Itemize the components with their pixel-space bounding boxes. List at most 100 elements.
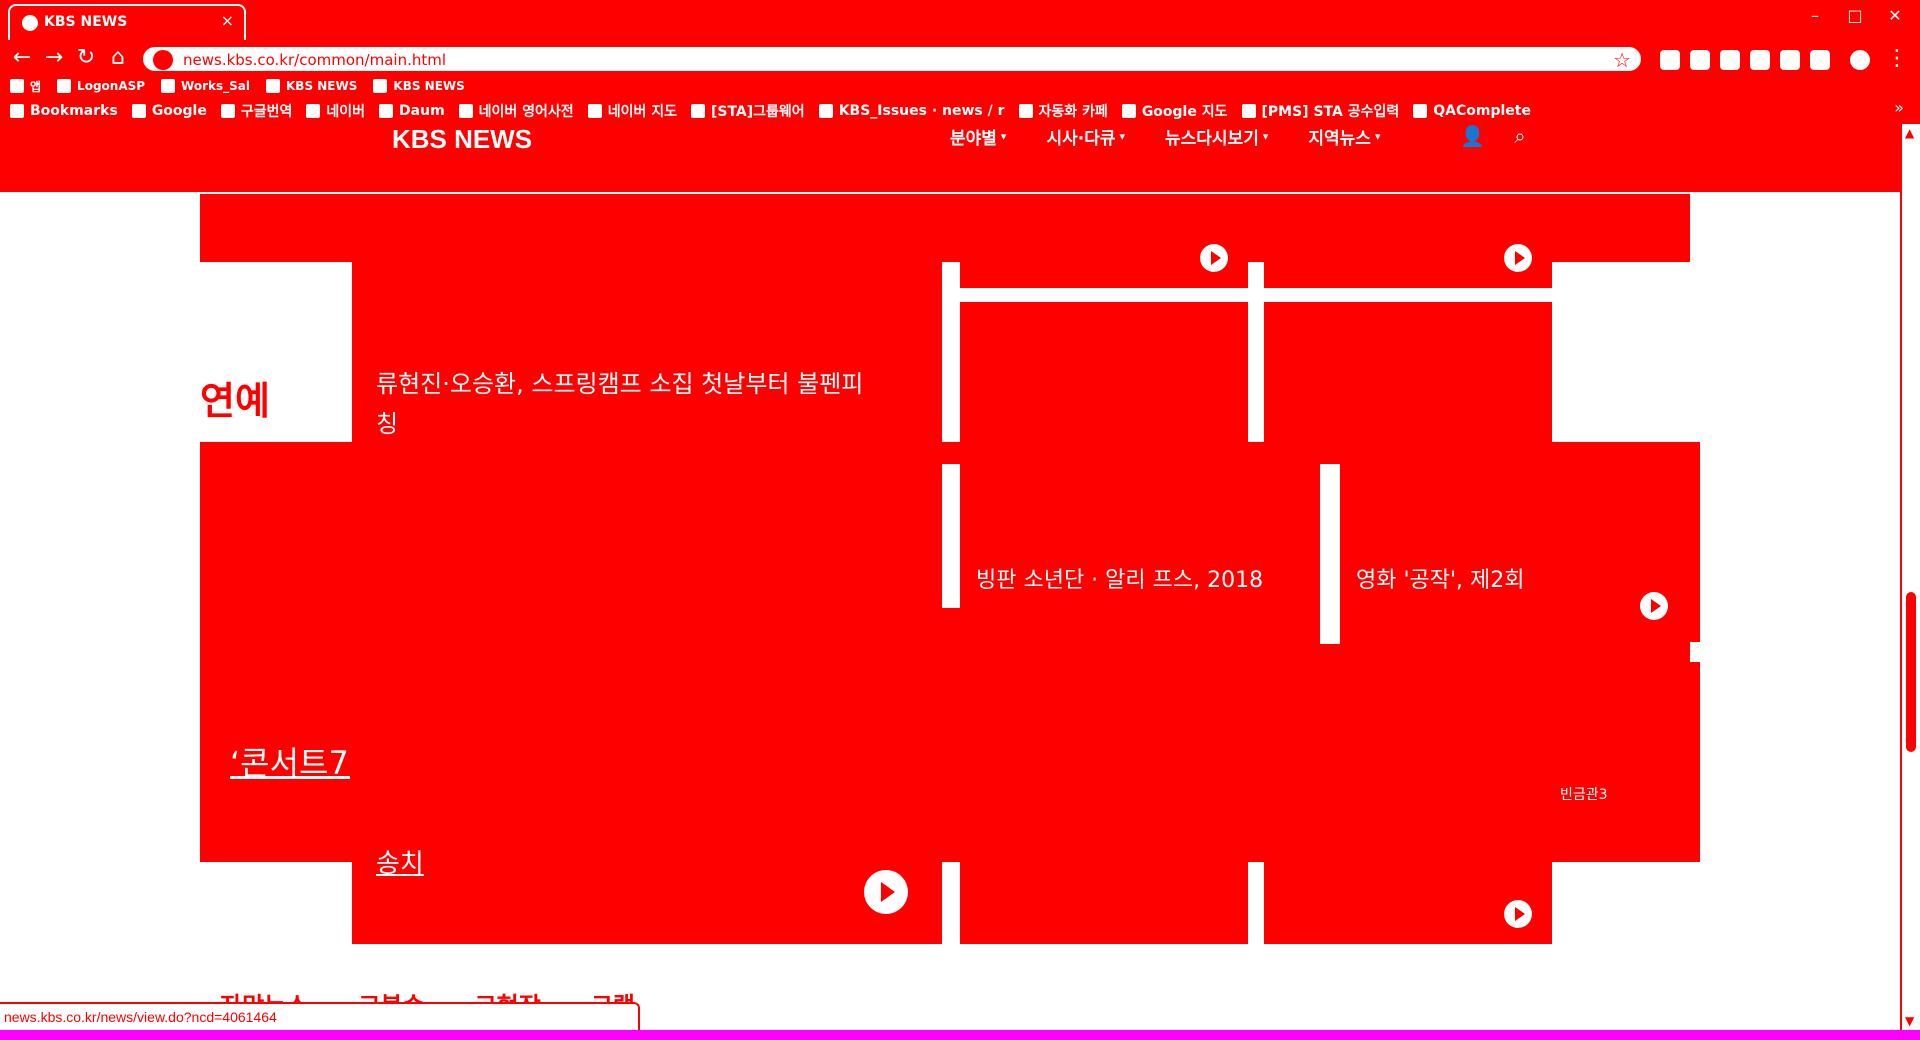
- news-card[interactable]: [960, 302, 1248, 442]
- home-icon[interactable]: ⌂: [104, 44, 132, 72]
- play-icon[interactable]: [1504, 244, 1532, 272]
- bookmark-label: Google 지도: [1141, 104, 1228, 120]
- bookmark-item[interactable]: [STA]그룹웨어: [690, 101, 805, 121]
- bookmark-label: [STA]그룹웨어: [710, 104, 805, 120]
- card-headline[interactable]: 빙판 소년단 · 알리 프스, 2018: [976, 566, 1263, 596]
- bookmark-star-icon[interactable]: ☆: [1613, 48, 1631, 72]
- profile-avatar[interactable]: [1850, 50, 1870, 70]
- search-icon[interactable]: ⌕: [1508, 124, 1532, 148]
- bookmark-label: Daum: [399, 103, 445, 119]
- bookmark-item[interactable]: 구글번역: [220, 101, 293, 121]
- play-icon[interactable]: [1504, 900, 1532, 928]
- back-icon[interactable]: ←: [8, 44, 36, 72]
- page-scrollbar[interactable]: ▲ ▼: [1900, 124, 1920, 1030]
- play-icon[interactable]: [1200, 244, 1228, 272]
- page-icon: [57, 79, 72, 93]
- play-icon[interactable]: [1640, 592, 1668, 620]
- bookmark-item[interactable]: KBS NEWS: [373, 79, 465, 93]
- address-bar[interactable]: news.kbs.co.kr/common/main.html ☆: [140, 44, 1644, 74]
- bookmark-label: Bookmarks: [30, 103, 118, 119]
- news-card[interactable]: [1264, 302, 1552, 442]
- news-card[interactable]: [960, 194, 1248, 288]
- reload-icon[interactable]: ↻: [72, 44, 100, 72]
- extension-icon[interactable]: [1750, 50, 1770, 70]
- bookmark-label: Works_Sal: [181, 79, 250, 93]
- news-card[interactable]: [1264, 194, 1552, 288]
- github-icon: [818, 104, 833, 118]
- bookmark-item[interactable]: Google 지도: [1121, 101, 1228, 121]
- works-icon: [161, 79, 176, 93]
- apps-icon: [10, 79, 24, 93]
- extension-icon[interactable]: [1720, 50, 1740, 70]
- scroll-up-icon[interactable]: ▲: [1905, 126, 1914, 140]
- address-url[interactable]: news.kbs.co.kr/common/main.html: [183, 51, 446, 69]
- bookmark-label: KBS NEWS: [393, 79, 465, 93]
- bookmark-label: KBS_Issues · news / r: [838, 103, 1005, 119]
- feature-bottom-headline[interactable]: 송치: [376, 844, 856, 884]
- bookmark-item[interactable]: [PMS] STA 공수입력: [1241, 101, 1399, 121]
- overlapping-headline-link[interactable]: ‘콘서트7 덕분에 1: [230, 738, 350, 788]
- card-gap: [942, 464, 960, 608]
- nav-item[interactable]: 시사·다큐 ▾: [1046, 124, 1125, 149]
- bookmark-item[interactable]: 앱: [10, 78, 41, 95]
- nav-item[interactable]: 지역뉴스 ▾: [1308, 124, 1380, 149]
- extension-icon[interactable]: [1780, 50, 1800, 70]
- kbs-favicon-icon: [22, 15, 38, 31]
- bookmark-item[interactable]: 자동화 카페: [1018, 101, 1108, 121]
- scroll-down-icon[interactable]: ▼: [1905, 1014, 1914, 1028]
- bookmark-item[interactable]: KBS_Issues · news / r: [818, 103, 1005, 119]
- pms-icon: [1241, 104, 1256, 118]
- bookmark-item[interactable]: Bookmarks: [10, 103, 118, 119]
- extension-icon[interactable]: [1660, 50, 1680, 70]
- nav-item[interactable]: 분야별 ▾: [950, 124, 1006, 149]
- bookmark-item[interactable]: Works_Sal: [161, 79, 250, 93]
- bookmark-label: KBS NEWS: [286, 79, 358, 93]
- map-icon: [1121, 104, 1136, 118]
- browser-menu-icon[interactable]: ⋮: [1886, 46, 1908, 71]
- news-card[interactable]: 빙판 소년단 · 알리 프스, 2018: [960, 442, 1320, 642]
- extension-icon[interactable]: [1810, 50, 1830, 70]
- news-card[interactable]: [1264, 862, 1552, 944]
- kbs-news-logo[interactable]: KBS NEWS: [392, 124, 532, 155]
- bookmark-item[interactable]: Google: [131, 103, 207, 119]
- bookmark-item[interactable]: 네이버 영어사전: [458, 101, 574, 121]
- window-close-icon[interactable]: ✕: [1880, 6, 1910, 28]
- user-icon[interactable]: 👤: [1460, 124, 1485, 148]
- nav-item[interactable]: 뉴스다시보기 ▾: [1165, 124, 1268, 149]
- status-bar: news.kbs.co.kr/news/view.do?ncd=4061464: [0, 1002, 640, 1030]
- card-headline[interactable]: 영화 '공작', 제2회: [1356, 566, 1525, 596]
- bookmark-item[interactable]: KBS NEWS: [266, 79, 357, 93]
- scroll-thumb[interactable]: [1906, 592, 1916, 752]
- maximize-icon[interactable]: □: [1840, 6, 1870, 28]
- nav-item-label: 뉴스다시보기: [1165, 129, 1259, 149]
- bookmark-label: 구글번역: [240, 104, 293, 120]
- kbs-icon: [373, 79, 388, 93]
- news-card[interactable]: 영화 '공작', 제2회: [1340, 442, 1700, 642]
- bookmark-item[interactable]: QAComplete: [1413, 103, 1531, 119]
- bookmark-label: LogonASP: [77, 79, 146, 93]
- extension-icon[interactable]: [1690, 50, 1710, 70]
- forward-icon[interactable]: →: [40, 44, 68, 72]
- bookmark-item[interactable]: 네이버 지도: [587, 101, 677, 121]
- news-card[interactable]: 빈금관3: [1340, 662, 1700, 862]
- star-icon: [10, 104, 24, 118]
- bookmark-label: Google: [151, 103, 207, 119]
- bookmark-item[interactable]: Daum: [379, 103, 445, 119]
- news-card[interactable]: [960, 862, 1248, 944]
- bookmarks-overflow-icon[interactable]: »: [1894, 98, 1904, 117]
- card-headline[interactable]: 빈금관3: [1560, 784, 1608, 806]
- minimize-icon[interactable]: –: [1800, 6, 1830, 28]
- folder-icon: [220, 104, 235, 118]
- card-gap: [1320, 464, 1340, 644]
- feature-article[interactable]: 류현진·오승환, 스프링캠프 소집 첫날부터 불펜피칭 송치: [352, 194, 942, 944]
- feature-headline[interactable]: 류현진·오승환, 스프링캠프 소집 첫날부터 불펜피칭: [376, 364, 876, 444]
- browser-tab[interactable]: KBS NEWS ×: [8, 4, 246, 40]
- tab-title: KBS NEWS: [44, 14, 128, 30]
- play-icon[interactable]: [864, 870, 908, 914]
- tab-strip: KBS NEWS × – □ ✕: [0, 0, 1920, 40]
- close-tab-icon[interactable]: ×: [221, 11, 234, 30]
- site-info-icon[interactable]: [153, 50, 173, 70]
- bookmark-item[interactable]: 네이버: [306, 101, 365, 121]
- naver-icon: [306, 104, 321, 118]
- bookmark-item[interactable]: LogonASP: [57, 79, 145, 93]
